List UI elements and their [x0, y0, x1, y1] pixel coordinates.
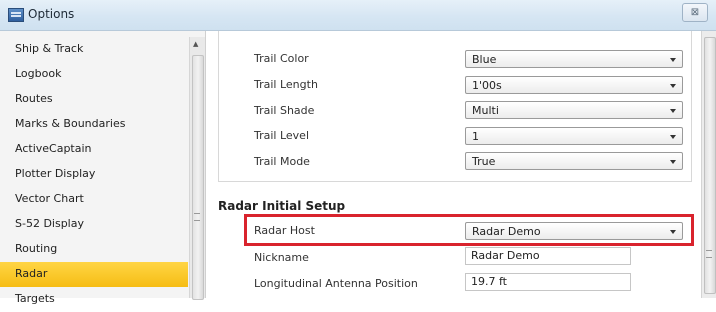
sidebar-item-routes[interactable]: Routes	[0, 87, 188, 112]
options-content: Trail Color Blue Trail Length 1'00s Trai…	[206, 31, 700, 298]
title-bar: Options ⊠	[0, 0, 716, 31]
options-sidebar: Ship & Track Logbook Routes Marks & Boun…	[0, 31, 206, 305]
sidebar-item-plotter-display[interactable]: Plotter Display	[0, 162, 188, 187]
radar-host-value: Radar Demo	[472, 225, 541, 238]
chevron-down-icon	[670, 230, 676, 234]
trail-length-label: Trail Length	[254, 78, 318, 91]
sidebar-list: Ship & Track Logbook Routes Marks & Boun…	[0, 37, 188, 312]
chevron-down-icon	[670, 58, 676, 62]
trail-level-select[interactable]: 1	[465, 127, 683, 145]
sidebar-item-s52-display[interactable]: S-52 Display	[0, 212, 188, 237]
antenna-position-label: Longitudinal Antenna Position	[254, 277, 418, 290]
trail-color-select[interactable]: Blue	[465, 50, 683, 68]
chevron-down-icon	[670, 135, 676, 139]
sidebar-item-routing[interactable]: Routing	[0, 237, 188, 262]
chevron-down-icon	[670, 84, 676, 88]
sidebar-scrollbar[interactable]: ▲	[189, 37, 205, 300]
trail-color-value: Blue	[472, 53, 497, 66]
trail-color-label: Trail Color	[254, 52, 309, 65]
radar-host-select[interactable]: Radar Demo	[465, 222, 683, 240]
nickname-field[interactable]: Radar Demo	[465, 247, 631, 265]
options-window-icon	[8, 8, 24, 22]
antenna-position-field[interactable]: 19.7 ft	[465, 273, 631, 291]
sidebar-item-ship-track[interactable]: Ship & Track	[0, 37, 188, 62]
radar-host-label: Radar Host	[254, 224, 315, 237]
trail-level-label: Trail Level	[254, 129, 310, 142]
sidebar-scroll-thumb[interactable]	[192, 55, 204, 300]
scroll-grip-icon	[194, 213, 200, 221]
radar-setup-heading: Radar Initial Setup	[218, 199, 346, 213]
sidebar-item-logbook[interactable]: Logbook	[0, 62, 188, 87]
window-title: Options	[28, 7, 75, 21]
sidebar-item-targets[interactable]: Targets	[0, 287, 188, 312]
trail-length-select[interactable]: 1'00s	[465, 76, 683, 94]
trail-mode-select[interactable]: True	[465, 152, 683, 170]
nickname-label: Nickname	[254, 251, 309, 264]
trail-shade-label: Trail Shade	[254, 104, 315, 117]
chevron-down-icon	[670, 109, 676, 113]
trail-length-value: 1'00s	[472, 79, 502, 92]
trail-level-value: 1	[472, 130, 479, 143]
sidebar-item-activecaptain[interactable]: ActiveCaptain	[0, 137, 188, 162]
content-scrollbar[interactable]	[701, 31, 716, 298]
trail-mode-value: True	[472, 155, 496, 168]
sidebar-item-marks-boundaries[interactable]: Marks & Boundaries	[0, 112, 188, 137]
sidebar-item-vector-chart[interactable]: Vector Chart	[0, 187, 188, 212]
sidebar-item-radar[interactable]: Radar	[0, 262, 188, 287]
close-button[interactable]: ⊠	[682, 3, 708, 22]
trail-shade-select[interactable]: Multi	[465, 101, 683, 119]
scroll-up-icon[interactable]: ▲	[193, 40, 198, 48]
trail-shade-value: Multi	[472, 104, 499, 117]
trail-mode-label: Trail Mode	[254, 155, 310, 168]
chevron-down-icon	[670, 160, 676, 164]
scroll-grip-icon	[706, 250, 712, 258]
